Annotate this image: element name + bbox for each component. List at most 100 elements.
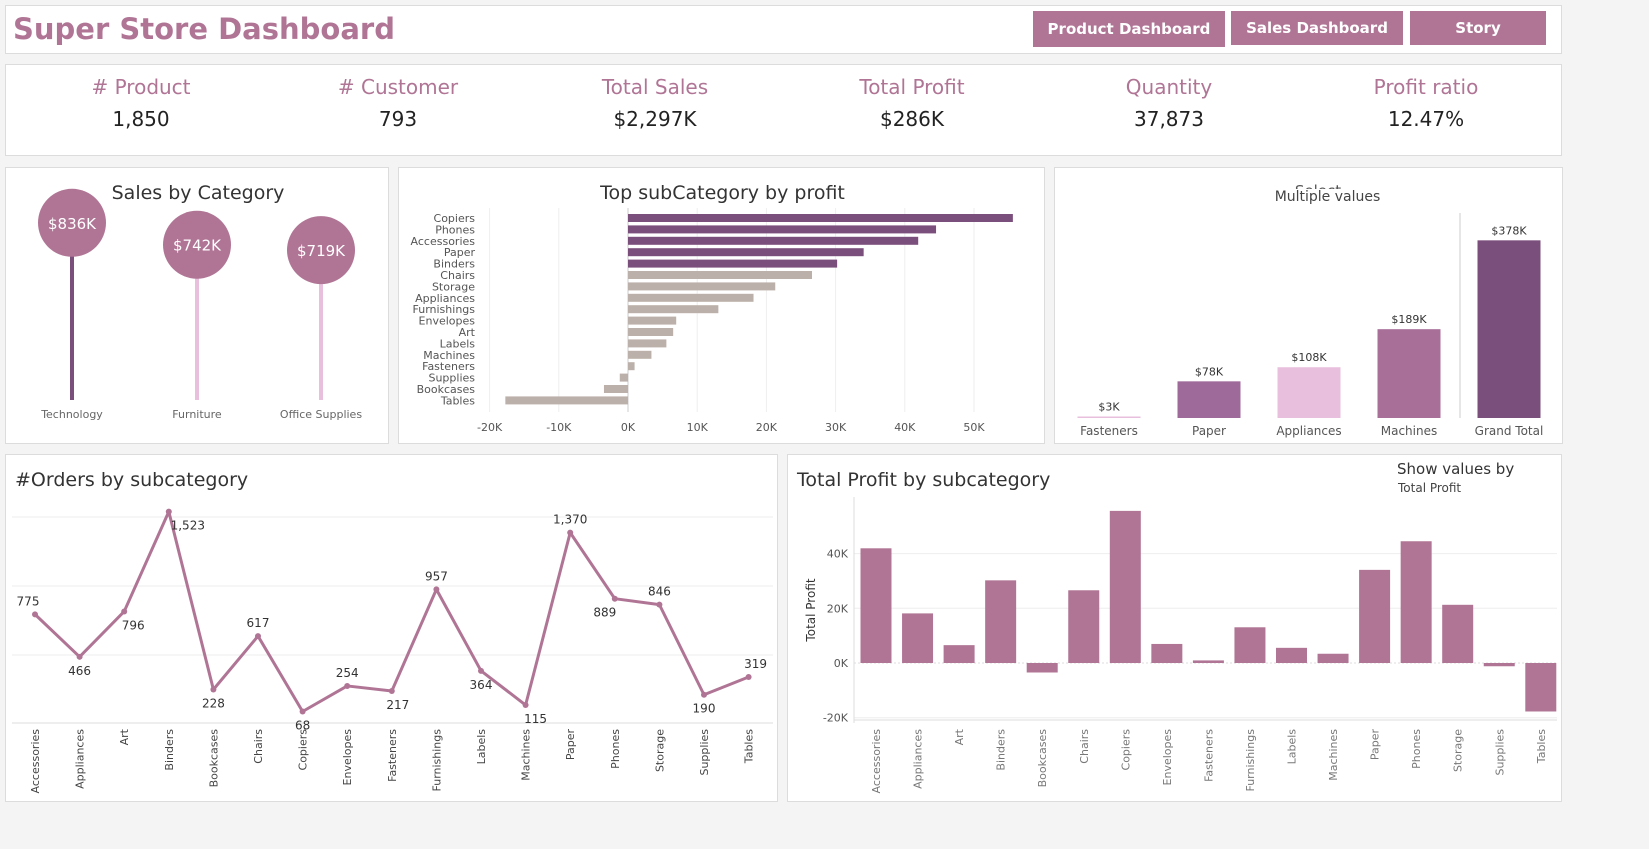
x-tick-label: -10K — [546, 421, 572, 434]
data-label: 617 — [247, 616, 270, 630]
category-label: Office Supplies — [280, 408, 362, 421]
kpi-label: Profit ratio — [1373, 75, 1479, 99]
category-label: Appliances — [74, 729, 87, 789]
kpi-label: Total Profit — [859, 75, 965, 99]
category-label: Copiers — [297, 729, 310, 771]
category-label: Tables — [440, 394, 475, 407]
bar — [1177, 381, 1241, 418]
bar — [628, 248, 864, 257]
sales-dashboard-button[interactable]: Sales Dashboard — [1231, 11, 1403, 45]
category-label: Supplies — [698, 729, 711, 776]
category-label: Storage — [653, 729, 666, 772]
bar — [628, 282, 776, 291]
data-point — [478, 667, 484, 674]
data-label: $836K — [48, 215, 97, 233]
data-point — [299, 708, 306, 715]
bar — [628, 316, 677, 325]
series-line — [33, 510, 750, 713]
category-label: Tables — [743, 729, 756, 764]
category-label: Supplies — [1493, 729, 1506, 776]
kpi-customer: # Customer 793 — [273, 75, 523, 131]
data-point — [611, 595, 618, 602]
category-label: Envelopes — [1161, 729, 1174, 786]
kpi-total-sales: Total Sales $2,297K — [530, 75, 780, 131]
y-tick-label: 40K — [827, 548, 849, 561]
kpi-label: Total Sales — [601, 75, 709, 99]
data-point — [32, 611, 38, 618]
kpi-value: 37,873 — [1134, 107, 1204, 131]
category-label: Fasteners — [386, 729, 399, 782]
bar — [628, 271, 813, 279]
bar — [628, 339, 667, 348]
data-label: 846 — [648, 585, 671, 599]
data-label: $719K — [297, 242, 346, 260]
data-label: 217 — [386, 698, 409, 712]
category-label: Furnishings — [1244, 729, 1257, 792]
category-label: Fasteners — [1202, 729, 1215, 782]
bar — [1277, 367, 1341, 418]
category-label: Appliances — [1276, 424, 1341, 438]
data-point — [433, 586, 440, 593]
bar — [1234, 627, 1266, 663]
kpi-value: 1,850 — [112, 107, 170, 131]
data-label: $742K — [173, 237, 222, 255]
profit-bar-chart: -20K 0K 20K 40K Total Profit Accessories Appli… — [804, 497, 1557, 793]
bar — [1026, 663, 1058, 673]
bar — [628, 236, 919, 245]
category-label: Paper — [1192, 424, 1226, 438]
bar — [628, 362, 635, 371]
category-label: Appliances — [912, 729, 925, 789]
bar — [628, 350, 652, 359]
bar — [860, 548, 892, 663]
orders-panel: #Orders by subcategory 775 Accessories 466… — [5, 454, 778, 802]
data-point — [255, 633, 261, 640]
category-label: Labels — [1286, 729, 1299, 765]
selected-sales-chart: $3K Fasteners $78K Paper $108K Appliances $189… — [1077, 213, 1544, 438]
data-label: 364 — [470, 678, 493, 692]
category-label: Binders — [995, 729, 1008, 771]
data-label: 796 — [122, 618, 145, 632]
x-tick-label: 20K — [756, 421, 778, 434]
y-tick-label: -20K — [823, 712, 849, 725]
kpi-label: # Product — [91, 75, 191, 99]
category-label: Storage — [1452, 729, 1465, 772]
data-label: 228 — [202, 697, 225, 711]
bar — [505, 396, 628, 405]
kpi-value: $2,297K — [613, 107, 697, 131]
kpi-label: # Customer — [337, 75, 459, 99]
bar — [1525, 663, 1557, 712]
kpi-value: 12.47% — [1387, 107, 1465, 131]
bar — [1151, 643, 1183, 663]
data-point — [344, 682, 351, 689]
bar — [628, 225, 937, 234]
data-point — [388, 688, 395, 695]
bar — [628, 214, 1013, 222]
bar — [628, 328, 674, 336]
bar — [1400, 541, 1432, 663]
bar — [1317, 653, 1349, 663]
bar — [985, 580, 1017, 663]
product-dashboard-button[interactable]: Product Dashboard — [1033, 11, 1225, 47]
category-label: Copiers — [1119, 729, 1132, 771]
bar — [1192, 660, 1224, 663]
data-point — [656, 601, 663, 608]
category-label: Bookcases — [207, 729, 220, 788]
data-label: 775 — [17, 594, 40, 608]
bar — [1483, 663, 1515, 667]
bar — [628, 305, 719, 314]
x-tick-label: 40K — [894, 421, 916, 434]
data-label: $78K — [1195, 365, 1224, 378]
kpi-quantity: Quantity 37,873 — [1044, 75, 1294, 131]
data-label: $3K — [1098, 401, 1120, 414]
category-label: Grand Total — [1475, 424, 1544, 438]
data-point — [76, 653, 83, 660]
category-label: Envelopes — [341, 729, 354, 786]
story-button[interactable]: Story — [1410, 11, 1546, 45]
data-point — [165, 508, 172, 515]
data-point — [121, 608, 128, 615]
bar — [603, 385, 628, 393]
category-label: Machines — [1381, 424, 1437, 438]
category-label: Accessories — [29, 729, 42, 794]
category-label: Furnishings — [430, 729, 443, 792]
category-label: Technology — [40, 408, 103, 421]
